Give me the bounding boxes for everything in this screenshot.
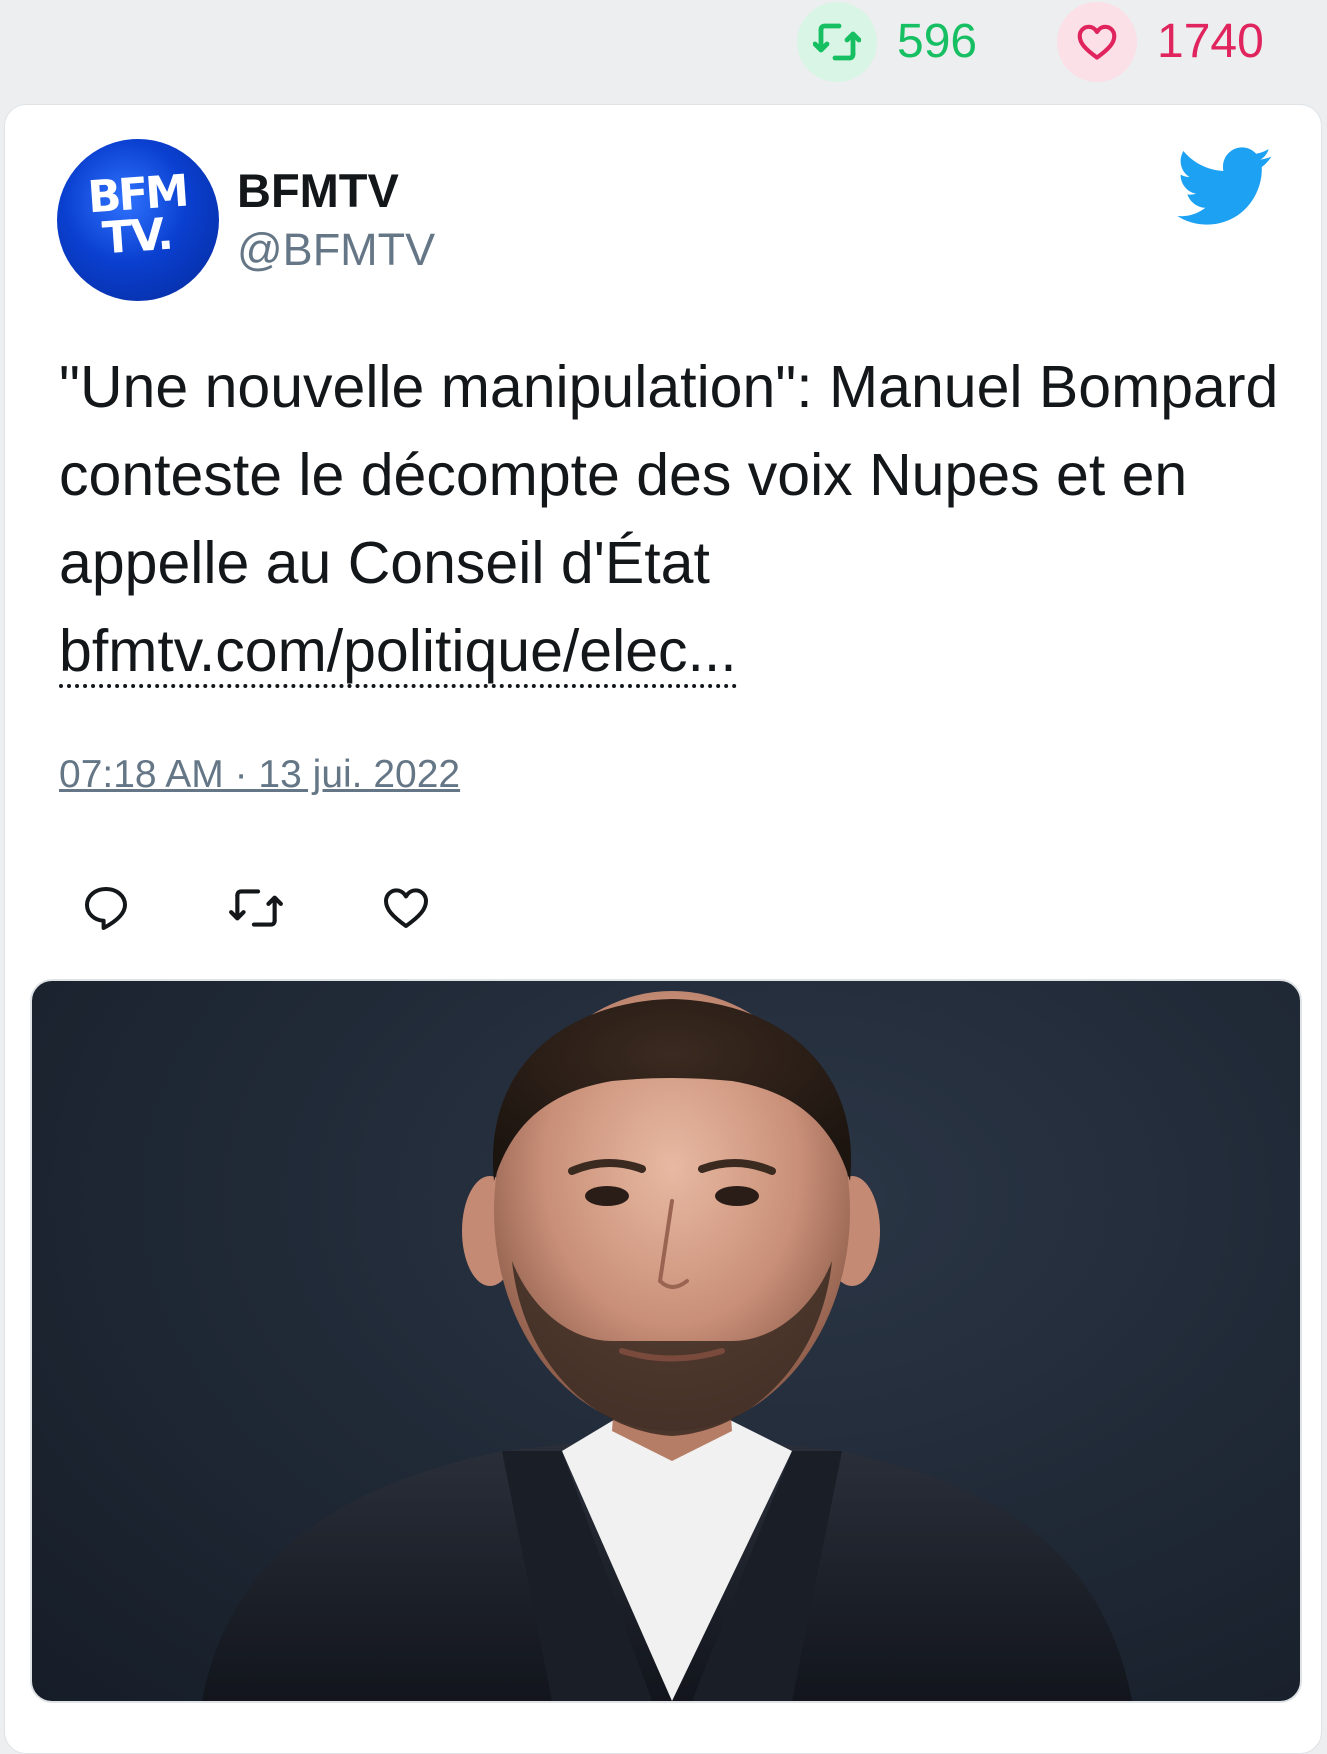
tweet-link[interactable]: bfmtv.com/politique/elec... <box>59 618 737 688</box>
retweet-button[interactable] <box>221 873 291 943</box>
retweet-icon[interactable] <box>797 2 877 82</box>
heart-icon <box>384 888 428 928</box>
author-name[interactable]: BFMTV <box>237 167 399 214</box>
heart-icon[interactable] <box>1057 2 1137 82</box>
avatar[interactable]: BFM TV. <box>57 139 219 301</box>
twitter-bird-icon[interactable] <box>1177 147 1273 227</box>
tweet-timestamp[interactable]: 07:18 AM · 13 jui. 2022 <box>59 755 460 794</box>
like-count: 1740 <box>1157 15 1264 68</box>
reply-icon <box>85 887 127 930</box>
tweet-media-photo[interactable] <box>30 979 1302 1703</box>
tweet-card: BFM TV. BFMTV @BFMTV "Une nouvelle manip… <box>4 104 1322 1754</box>
reply-button[interactable] <box>71 873 141 943</box>
author-handle[interactable]: @BFMTV <box>237 227 435 272</box>
portrait-photo <box>202 991 1132 1701</box>
like-button[interactable] <box>371 873 441 943</box>
retweet-count: 596 <box>897 15 978 68</box>
tweet-text: "Une nouvelle manipulation": Manuel Bomp… <box>59 354 1279 596</box>
bfmtv-logo: BFM TV. <box>86 166 188 265</box>
tweet-body: "Une nouvelle manipulation": Manuel Bomp… <box>59 343 1279 695</box>
retweet-stat[interactable]: 596 <box>797 2 977 82</box>
engagement-stats-bar: 596 1740 <box>0 0 1327 100</box>
like-stat[interactable]: 1740 <box>1057 2 1264 82</box>
retweet-icon <box>229 889 283 927</box>
svg-text:TV.: TV. <box>101 209 173 265</box>
